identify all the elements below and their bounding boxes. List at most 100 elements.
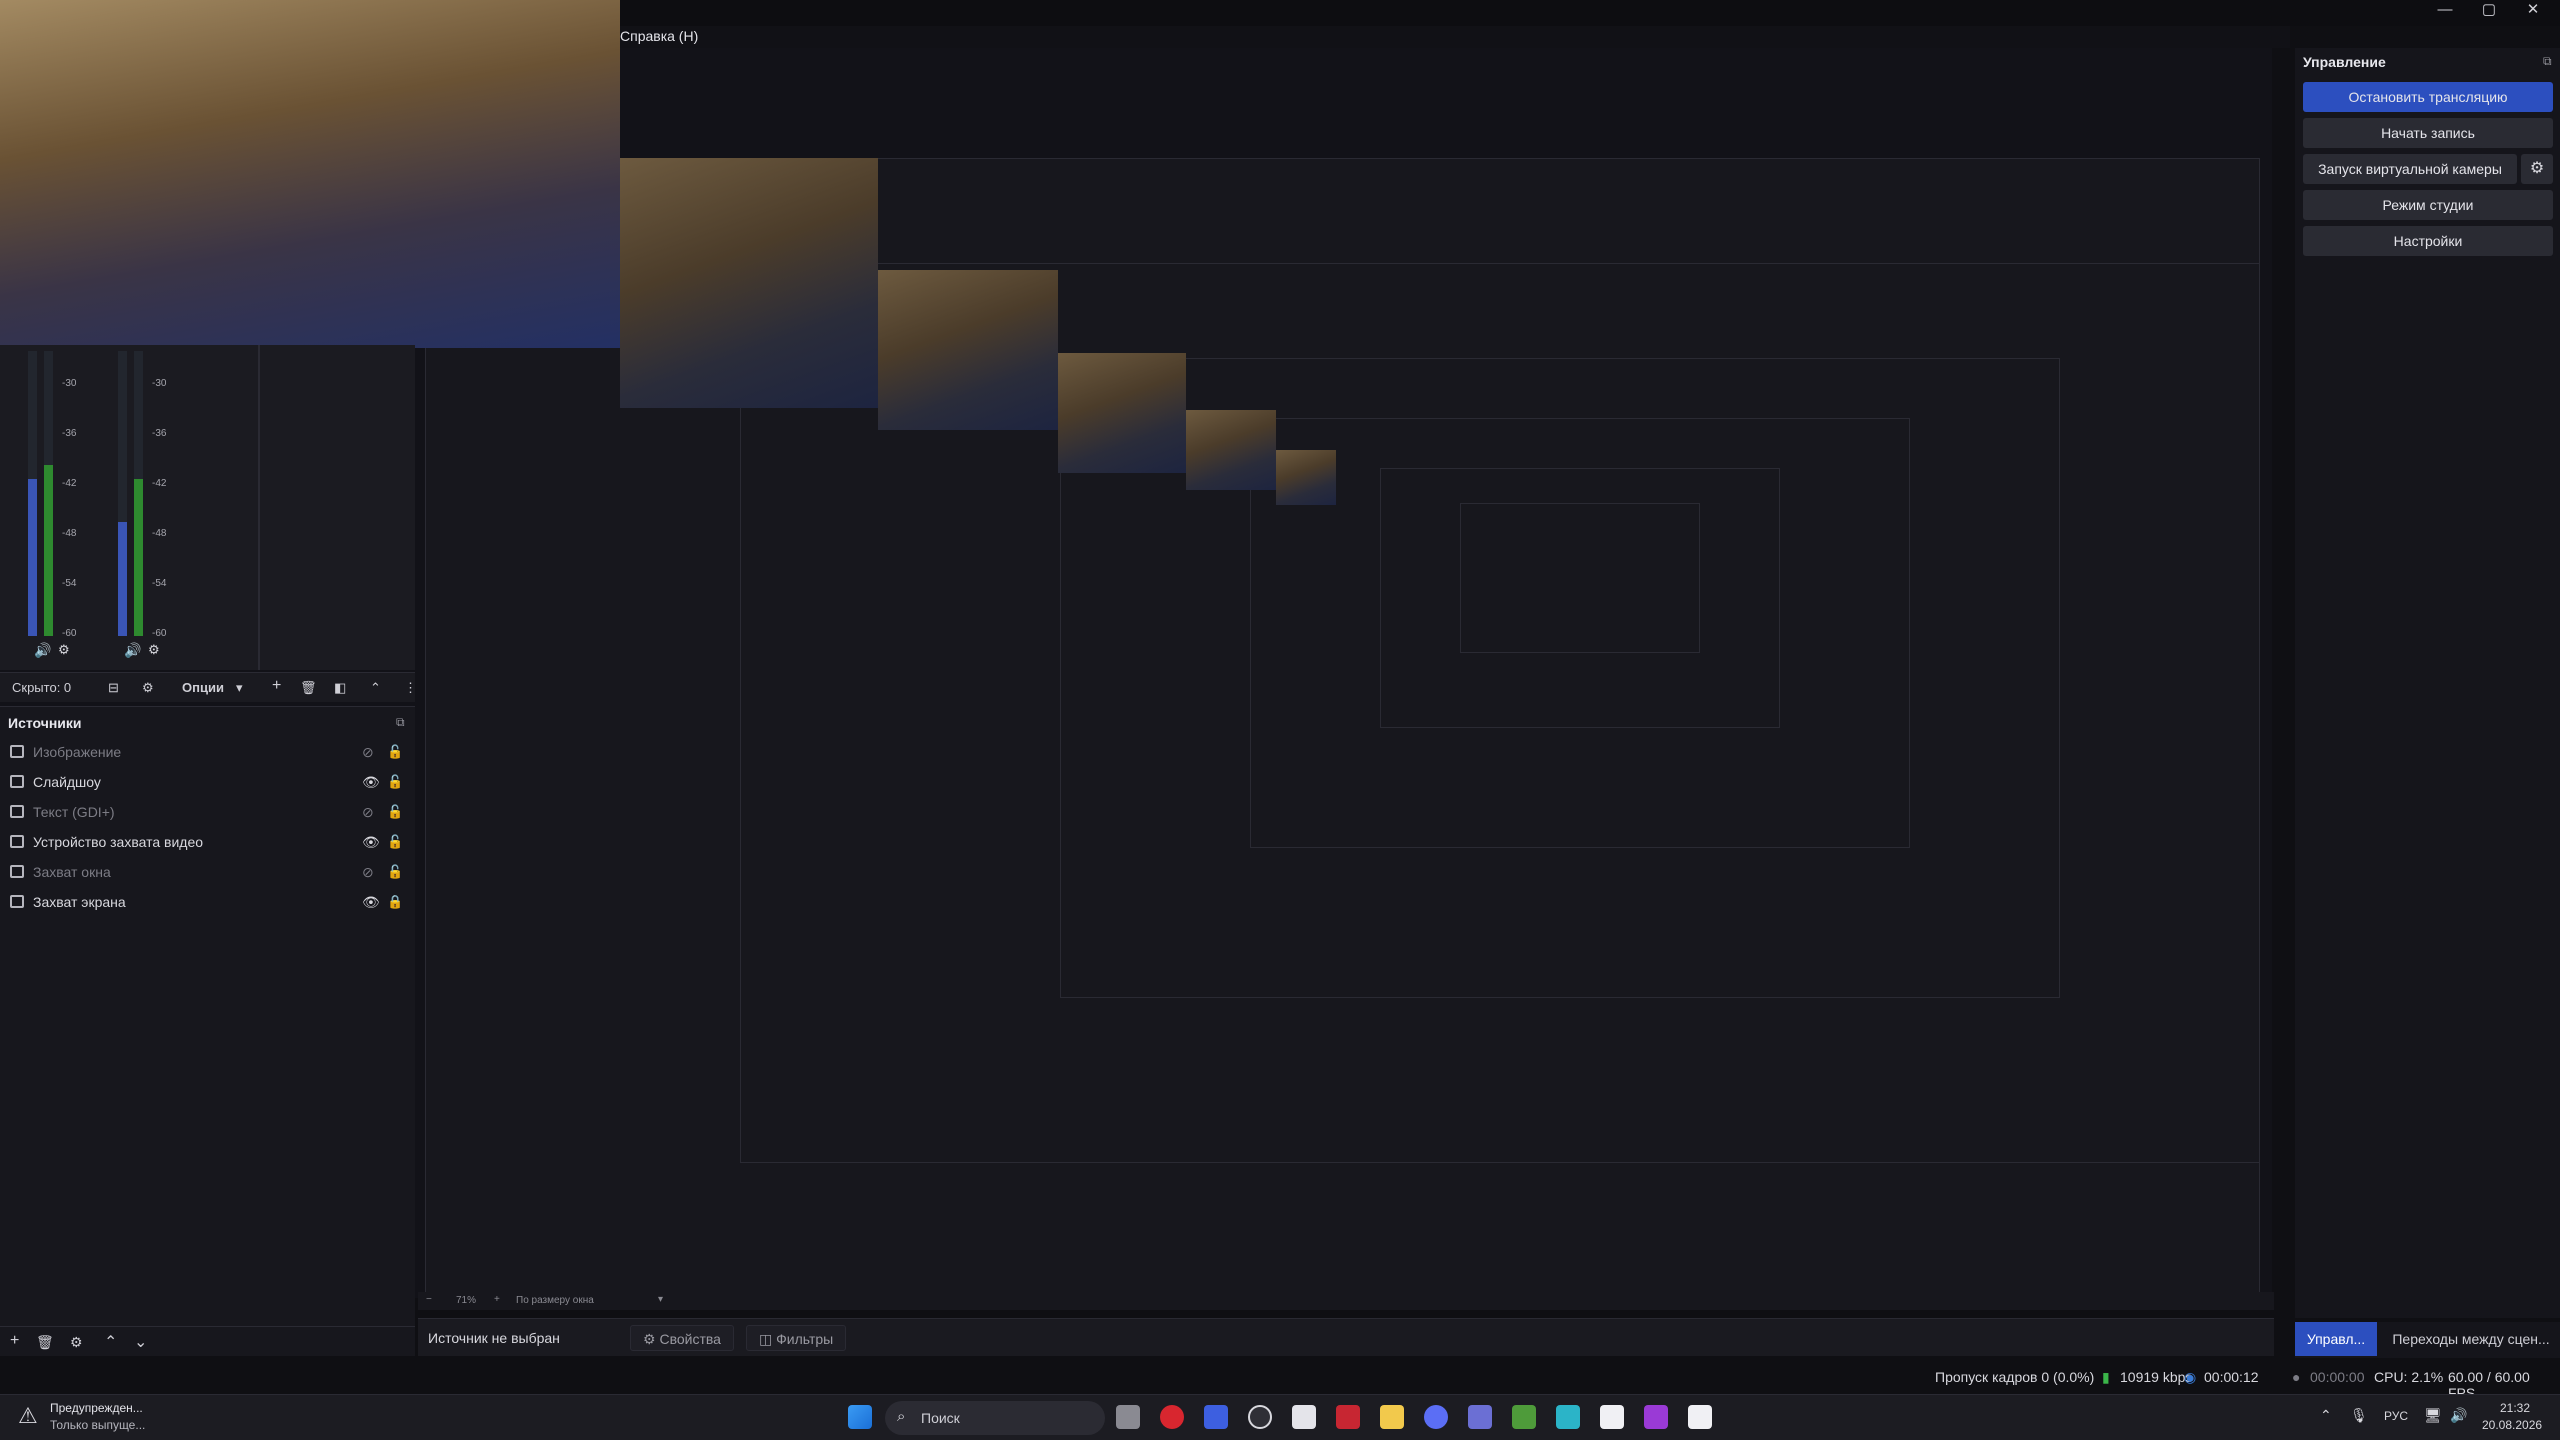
- source-row[interactable]: Устройство захвата видео 👁 🔓: [0, 827, 415, 857]
- discord-icon[interactable]: [1424, 1405, 1448, 1429]
- eye-hidden-icon[interactable]: ⊘: [362, 744, 374, 761]
- taskbar: ⚠ Предупрежден... Только выпуще... ⌕ Пои…: [0, 1394, 2560, 1440]
- properties-button[interactable]: ⚙ Свойства: [630, 1325, 734, 1351]
- source-row[interactable]: Захват окна ⊘ 🔓: [0, 857, 415, 887]
- source-properties-icon[interactable]: ⚙: [70, 1334, 83, 1351]
- source-row[interactable]: Захват экрана 👁 🔒: [0, 887, 415, 917]
- move-up-icon[interactable]: ⌃: [104, 1332, 117, 1352]
- source-row[interactable]: Слайдшоу 👁 🔓: [0, 767, 415, 797]
- remove-source-icon[interactable]: 🗑: [36, 1334, 54, 1351]
- clock-date[interactable]: 20.08.2026: [2482, 1418, 2542, 1432]
- opera-icon[interactable]: [1160, 1405, 1184, 1429]
- media-icon[interactable]: [1644, 1405, 1668, 1429]
- dock-divider: [258, 345, 260, 670]
- scale-label: -30: [62, 378, 77, 389]
- search-icon: ⌕: [897, 1408, 906, 1425]
- language-indicator[interactable]: РУС: [2384, 1409, 2408, 1423]
- start-record-button[interactable]: Начать запись: [2303, 118, 2553, 148]
- trash-icon[interactable]: 🗑: [300, 680, 317, 696]
- lock-icon[interactable]: 🔒: [387, 894, 403, 910]
- folder-icon[interactable]: [1380, 1405, 1404, 1429]
- store-icon[interactable]: [1292, 1405, 1316, 1429]
- eye-icon[interactable]: 👁: [362, 834, 380, 851]
- mixer-toolbar: Скрыто: 0 ⊟ ⚙ Опции ▾ + 🗑 ◧ ⌃ ⋮: [0, 672, 417, 702]
- source-label: Текст (GDI+): [33, 804, 115, 820]
- virtual-camera-button[interactable]: Запуск виртуальной камеры: [2303, 154, 2517, 184]
- file-icon[interactable]: [1600, 1405, 1624, 1429]
- lock-icon[interactable]: 🔓: [387, 804, 403, 820]
- obs-icon[interactable]: [1248, 1405, 1272, 1429]
- volume-icon[interactable]: 🔊: [2450, 1407, 2467, 1424]
- studio-mode-button[interactable]: Режим студии: [2303, 190, 2553, 220]
- app-icon[interactable]: [1204, 1405, 1228, 1429]
- eye-icon[interactable]: 👁: [362, 894, 380, 911]
- camera-icon: [10, 835, 24, 848]
- file-icon[interactable]: [1688, 1405, 1712, 1429]
- source-label: Изображение: [33, 744, 122, 760]
- source-row[interactable]: Текст (GDI+) ⊘ 🔓: [0, 797, 415, 827]
- settings-button[interactable]: Настройки: [2303, 226, 2553, 256]
- chevron-down-icon[interactable]: ▾: [236, 680, 243, 696]
- record-icon: ●: [2292, 1369, 2301, 1385]
- lock-icon[interactable]: 🔓: [387, 744, 403, 760]
- game-icon[interactable]: [1336, 1405, 1360, 1429]
- speaker-icon[interactable]: 🔊: [124, 642, 141, 659]
- menu-help[interactable]: Справка (Н): [620, 28, 698, 44]
- notification-title[interactable]: Предупрежден...: [50, 1401, 143, 1415]
- text-icon: [10, 805, 24, 818]
- source-label: Устройство захвата видео: [33, 834, 204, 850]
- record-time: 00:00:00: [2310, 1369, 2365, 1385]
- source-row[interactable]: Изображение ⊘ 🔓: [0, 737, 415, 767]
- network-icon[interactable]: 🖥: [2424, 1407, 2442, 1424]
- audio-settings-icon[interactable]: ⚙: [58, 642, 70, 658]
- webcam-feed-nested-3: [1058, 353, 1186, 473]
- eye-hidden-icon[interactable]: ⊘: [362, 804, 374, 821]
- tab-transitions[interactable]: Переходы между сцен...: [2383, 1322, 2559, 1356]
- filters-button[interactable]: ◫ Фильтры: [746, 1325, 847, 1351]
- lock-icon[interactable]: 🔓: [387, 774, 403, 790]
- add-icon[interactable]: +: [272, 677, 281, 695]
- zoom-out-icon[interactable]: −: [426, 1294, 432, 1305]
- monitor-icon: [10, 895, 24, 908]
- zoom-in-icon[interactable]: +: [494, 1294, 500, 1305]
- taskbar-search[interactable]: ⌕ Поиск: [885, 1401, 1105, 1435]
- lock-icon[interactable]: 🔓: [387, 834, 403, 850]
- clock-time[interactable]: 21:32: [2500, 1401, 2530, 1415]
- audio-meter-2-left: [118, 351, 127, 636]
- panel-icon[interactable]: ◧: [334, 680, 346, 696]
- audio-mixer: -30 -36 -42 -48 -54 -60 🔊 ⚙ -30 -36 -42 …: [0, 345, 415, 670]
- dock-menu-icon[interactable]: ⧉: [396, 715, 405, 730]
- eye-hidden-icon[interactable]: ⊘: [362, 864, 374, 881]
- lock-icon[interactable]: 🔓: [387, 864, 403, 880]
- teams-icon[interactable]: [1468, 1405, 1492, 1429]
- eye-icon[interactable]: 👁: [362, 774, 380, 791]
- properties-icon[interactable]: ⚙: [142, 680, 154, 696]
- tab-controls[interactable]: Управл...: [2295, 1322, 2377, 1356]
- gear-icon[interactable]: ⚙: [2521, 154, 2553, 184]
- more-icon[interactable]: ⋮: [404, 680, 417, 696]
- windows-start-icon[interactable]: [848, 1405, 872, 1429]
- dock-menu-icon[interactable]: ⧉: [2543, 54, 2552, 69]
- scale-label: -42: [152, 478, 167, 489]
- zoom-value: 71%: [456, 1295, 477, 1306]
- minecraft-icon[interactable]: [1512, 1405, 1536, 1429]
- filters-label: Фильтры: [776, 1331, 834, 1347]
- webcam-feed-nested-1: [620, 158, 878, 408]
- speaker-icon[interactable]: 🔊: [34, 642, 51, 659]
- microphone-icon[interactable]: 🎙: [2350, 1407, 2368, 1424]
- audio-meter-2-right: [134, 351, 143, 636]
- zoom-fit[interactable]: По размеру окна: [516, 1295, 594, 1306]
- task-view-icon[interactable]: [1116, 1405, 1140, 1429]
- close-button[interactable]: ✕: [2506, 0, 2560, 22]
- chevron-up-icon[interactable]: ⌃: [2320, 1407, 2332, 1424]
- layout-icon[interactable]: ⊟: [108, 680, 119, 696]
- move-down-icon[interactable]: ⌄: [134, 1332, 147, 1352]
- chevron-down-icon[interactable]: ▾: [658, 1294, 663, 1305]
- audio-settings-icon[interactable]: ⚙: [148, 642, 160, 658]
- warning-icon[interactable]: ⚠: [18, 1403, 38, 1429]
- add-source-icon[interactable]: +: [10, 1332, 19, 1350]
- calculator-icon[interactable]: [1556, 1405, 1580, 1429]
- stop-stream-button[interactable]: Остановить трансляцию: [2303, 82, 2553, 112]
- options-dropdown[interactable]: Опции: [182, 680, 224, 695]
- chevron-up-icon[interactable]: ⌃: [370, 680, 381, 696]
